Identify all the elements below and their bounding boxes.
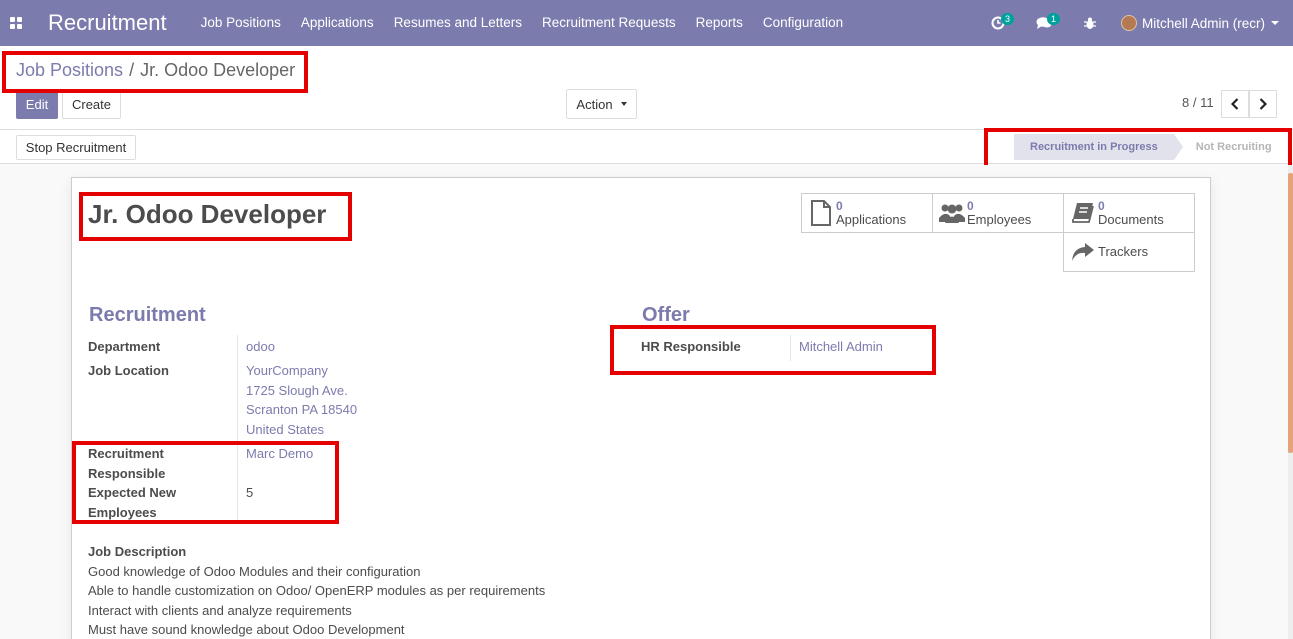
department-value[interactable]: odoo xyxy=(246,337,275,357)
app-brand[interactable]: Recruitment xyxy=(48,10,167,36)
department-label: Department xyxy=(88,339,161,354)
apps-menu-button[interactable] xyxy=(0,0,32,46)
employees-count: 0 xyxy=(967,199,974,213)
applications-count: 0 xyxy=(836,199,843,213)
user-menu[interactable]: Mitchell Admin (recr) xyxy=(1113,15,1293,31)
description-line: Able to handle customization on Odoo/ Op… xyxy=(88,583,546,598)
applications-label: Applications xyxy=(836,212,907,227)
stage-pipeline: Recruitment in Progress Not Recruiting xyxy=(1014,134,1288,160)
hr-responsible-value[interactable]: Mitchell Admin xyxy=(799,337,883,357)
pager-next-button[interactable] xyxy=(1249,90,1277,118)
documents-count: 0 xyxy=(1098,199,1105,213)
description-line: Interact with clients and analyze requir… xyxy=(88,602,352,618)
documents-smart-button[interactable]: 0 Documents xyxy=(1063,193,1195,233)
employees-label: Employees xyxy=(967,212,1032,227)
recruitment-section-title: Recruitment xyxy=(89,304,206,326)
job-location-value[interactable]: YourCompany 1725 Slough Ave. Scranton PA… xyxy=(246,361,357,439)
create-button[interactable]: Create xyxy=(62,90,121,119)
scrollbar[interactable] xyxy=(1288,165,1293,639)
offer-section-title: Offer xyxy=(642,304,690,326)
label-line: Recruitment xyxy=(88,446,164,461)
expected-employees-label: Expected New Employees xyxy=(88,483,176,522)
edit-button[interactable]: Edit xyxy=(16,90,58,119)
trackers-smart-button[interactable]: Trackers xyxy=(1063,232,1195,272)
address-line: 1725 Slough Ave. xyxy=(246,382,348,398)
file-icon xyxy=(811,200,831,226)
stop-recruitment-button[interactable]: Stop Recruitment xyxy=(16,135,136,160)
chevron-left-icon xyxy=(1231,98,1239,110)
messages-badge: 1 xyxy=(1046,13,1060,25)
documents-label: Documents xyxy=(1098,212,1164,227)
field-divider xyxy=(237,335,238,521)
label-line: Responsible xyxy=(88,465,166,481)
trackers-label: Trackers xyxy=(1098,244,1149,259)
field-divider xyxy=(790,335,791,361)
menu-configuration[interactable]: Configuration xyxy=(753,0,853,46)
top-navbar: Recruitment Job Positions Applications R… xyxy=(0,0,1293,46)
expected-employees-value: 5 xyxy=(246,485,254,500)
hr-responsible-label: HR Responsible xyxy=(641,339,741,354)
address-line: United States xyxy=(246,421,325,437)
share-icon xyxy=(1072,243,1094,261)
breadcrumb-current: Jr. Odoo Developer xyxy=(140,60,296,80)
menu-reports[interactable]: Reports xyxy=(686,0,753,46)
breadcrumb-job-positions[interactable]: Job Positions xyxy=(16,60,123,81)
breadcrumb-separator: / xyxy=(129,60,135,80)
job-description: Job Description Good knowledge of Odoo M… xyxy=(88,542,545,639)
bug-icon xyxy=(1083,17,1096,29)
scrollbar-thumb[interactable] xyxy=(1288,173,1293,453)
applications-smart-button[interactable]: 0 Applications xyxy=(801,193,933,233)
stage-not-recruiting[interactable]: Not Recruiting xyxy=(1173,134,1288,160)
recruitment-responsible-label: Recruitment Responsible xyxy=(88,444,165,483)
main-menu: Job Positions Applications Resumes and L… xyxy=(191,0,854,46)
control-panel: Job Positions / Jr. Odoo Developer Edit … xyxy=(0,46,1293,130)
description-line: Must have sound knowledge about Odoo Dev… xyxy=(88,622,405,637)
messages-button[interactable]: 1 xyxy=(1021,0,1067,46)
activity-button[interactable]: 3 xyxy=(975,0,1021,46)
action-label: Action xyxy=(576,96,613,112)
address-line: YourCompany xyxy=(246,363,328,378)
action-dropdown[interactable]: Action xyxy=(566,89,637,119)
menu-resumes-letters[interactable]: Resumes and Letters xyxy=(384,0,532,46)
label-line: Expected New xyxy=(88,485,177,500)
menu-applications[interactable]: Applications xyxy=(291,0,384,46)
caret-down-icon xyxy=(1271,21,1279,25)
stage-recruitment-in-progress[interactable]: Recruitment in Progress xyxy=(1014,134,1183,160)
record-title: Jr. Odoo Developer xyxy=(88,199,327,229)
description-line: Good knowledge of Odoo Modules and their… xyxy=(88,563,421,579)
address-line: Scranton PA 18540 xyxy=(246,402,358,417)
menu-job-positions[interactable]: Job Positions xyxy=(191,0,291,46)
status-bar: Stop Recruitment Recruitment in Progress… xyxy=(0,130,1293,164)
caret-down-icon xyxy=(620,102,627,106)
pager-value[interactable]: 8 / 11 xyxy=(1182,95,1214,110)
job-description-label: Job Description xyxy=(88,544,187,559)
apps-grid-icon xyxy=(10,17,22,29)
avatar xyxy=(1120,15,1137,31)
breadcrumb: Job Positions / Jr. Odoo Developer xyxy=(16,60,295,81)
label-line: Employees xyxy=(88,504,157,520)
pager-previous-button[interactable] xyxy=(1221,90,1249,118)
smart-buttons: 0 Applications 0 Employees 0 Documents T… xyxy=(801,193,1195,272)
book-icon xyxy=(1072,203,1094,223)
recruitment-responsible-value[interactable]: Marc Demo xyxy=(246,444,313,464)
debug-button[interactable] xyxy=(1067,0,1113,46)
activity-badge: 3 xyxy=(1000,13,1014,25)
user-name: Mitchell Admin (recr) xyxy=(1141,15,1265,31)
users-icon xyxy=(939,204,965,223)
chevron-right-icon xyxy=(1259,98,1267,110)
job-location-label: Job Location xyxy=(88,363,169,378)
employees-smart-button[interactable]: 0 Employees xyxy=(932,193,1064,233)
menu-recruitment-requests[interactable]: Recruitment Requests xyxy=(532,0,686,46)
